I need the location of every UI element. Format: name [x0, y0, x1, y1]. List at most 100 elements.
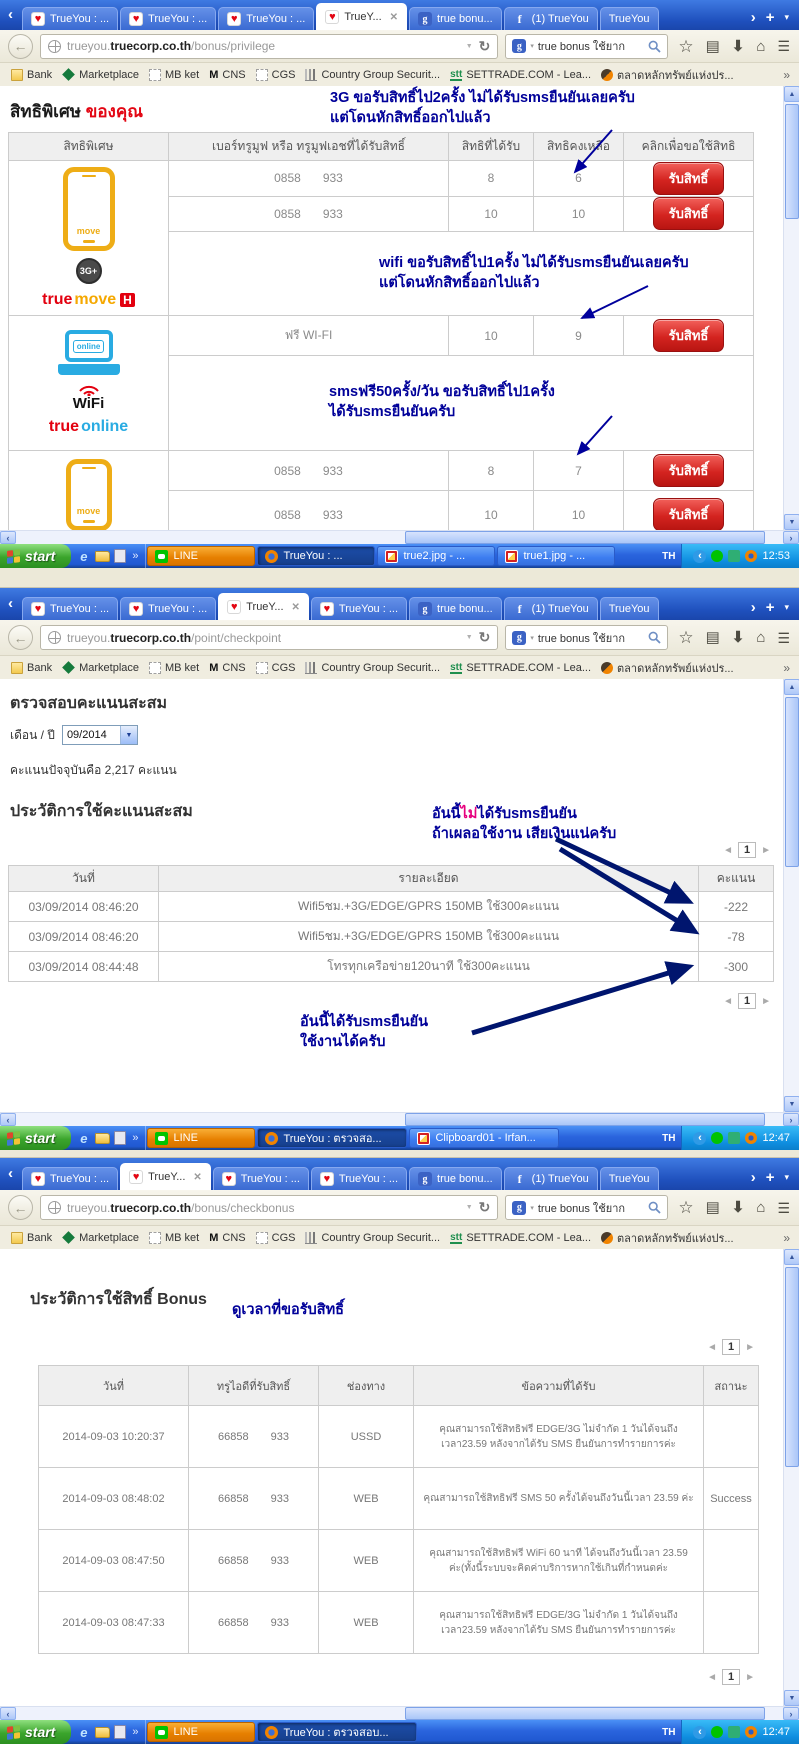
scrollbar-thumb[interactable] — [785, 1267, 799, 1467]
taskbar-button-line[interactable]: LINE — [147, 1128, 256, 1148]
firefox-tray-icon[interactable] — [745, 1132, 758, 1144]
new-tab-icon[interactable]: + — [766, 599, 775, 616]
folder-icon[interactable] — [95, 1132, 111, 1144]
pager-prev-icon[interactable]: ◄ — [723, 996, 733, 1007]
downloads-icon[interactable]: ⬇ — [732, 39, 745, 54]
line-tray-icon[interactable] — [711, 550, 724, 562]
scrollbar-thumb[interactable] — [405, 1707, 765, 1720]
scroll-left-icon[interactable]: ‹ — [0, 1113, 16, 1126]
claim-button[interactable]: รับสิทธิ์ — [652, 161, 725, 195]
taskbar-button-irfanview[interactable]: true1.jpg - ... — [497, 546, 616, 566]
tab-trueyou-2[interactable]: ♥ TrueYou : ... — [212, 1167, 309, 1190]
pager-next-icon[interactable]: ► — [761, 996, 771, 1007]
scroll-down-icon[interactable]: ▼ — [784, 514, 799, 530]
magnifier-icon[interactable] — [648, 1201, 661, 1214]
network-tray-icon[interactable] — [728, 1726, 741, 1738]
bookmark-item[interactable]: Country Group Securit... — [301, 661, 444, 674]
tab-list-icon[interactable]: ▾ — [784, 12, 789, 23]
taskbar-button-firefox[interactable]: TrueYou : ตรวจสอ... — [257, 1128, 408, 1148]
bookmark-item[interactable]: Marketplace — [58, 1231, 143, 1244]
bookmark-item[interactable]: CGS — [252, 68, 300, 81]
tab-trueyou-3[interactable]: ♥ TrueYou : ... — [218, 7, 315, 30]
taskbar-button-firefox[interactable]: TrueYou : ... — [257, 546, 376, 566]
scrollbar-thumb[interactable] — [405, 531, 765, 544]
claim-button[interactable]: รับสิทธิ์ — [652, 319, 725, 352]
url-dropdown-icon[interactable]: ▼ — [466, 634, 473, 641]
home-icon[interactable]: ⌂ — [756, 39, 765, 54]
language-indicator[interactable]: TH — [656, 551, 681, 562]
menu-icon[interactable]: ☰ — [777, 1201, 791, 1215]
ie-icon[interactable]: e — [76, 1131, 91, 1146]
bookmark-item[interactable]: ตลาดหลักทรัพย์แห่งปร... — [597, 1229, 737, 1247]
bookmarks-menu-icon[interactable]: ▤ — [706, 1200, 720, 1215]
page-number[interactable]: 1 — [737, 842, 757, 858]
bookmark-item[interactable]: stt SETTRADE.COM - Lea... — [446, 69, 595, 81]
calculator-icon[interactable] — [114, 1131, 127, 1145]
reload-icon[interactable]: ↻ — [479, 629, 491, 646]
bookmark-item[interactable]: stt SETTRADE.COM - Lea... — [446, 1232, 595, 1244]
search-engine-caret-icon[interactable]: ▾ — [530, 42, 534, 50]
back-button[interactable]: ← — [8, 1195, 33, 1220]
tab-scroll-left-icon[interactable]: ‹ — [2, 595, 21, 614]
tab-trueyou-1[interactable]: ♥ TrueYou : ... — [22, 597, 119, 620]
horizontal-scrollbar[interactable]: ‹ › — [0, 1706, 799, 1720]
tab-trueyou-3[interactable]: ♥ TrueYou : ... — [310, 597, 408, 620]
search-engine-caret-icon[interactable]: ▾ — [530, 634, 534, 642]
downloads-icon[interactable]: ⬇ — [732, 630, 745, 645]
start-button[interactable]: start — [0, 1126, 72, 1150]
bookmarks-overflow-icon[interactable]: » — [783, 1231, 792, 1245]
ie-icon[interactable]: e — [76, 1725, 91, 1740]
bookmark-item[interactable]: Bank — [7, 1231, 56, 1244]
bookmarks-overflow-icon[interactable]: » — [783, 661, 792, 675]
language-indicator[interactable]: TH — [656, 1133, 681, 1144]
tab-list-icon[interactable]: ▾ — [784, 602, 789, 613]
tab-close-icon[interactable]: ✕ — [193, 1172, 201, 1183]
pager-next-icon[interactable]: ► — [745, 1672, 755, 1683]
bookmark-star-icon[interactable]: ☆ — [678, 1199, 693, 1216]
bookmark-item[interactable]: MB ket — [145, 1231, 203, 1244]
calculator-icon[interactable] — [114, 549, 127, 563]
back-button[interactable]: ← — [8, 625, 33, 650]
back-button[interactable]: ← — [8, 33, 33, 59]
scroll-down-icon[interactable]: ▼ — [784, 1096, 799, 1112]
scroll-up-icon[interactable]: ▲ — [784, 86, 799, 102]
url-field[interactable]: trueyou.truecorp.co.th/point/checkpoint … — [40, 625, 499, 650]
pager-next-icon[interactable]: ► — [761, 845, 771, 856]
vertical-scrollbar[interactable]: ▲ ▼ — [783, 1249, 799, 1706]
bookmark-item[interactable]: stt SETTRADE.COM - Lea... — [446, 662, 595, 674]
tab-scroll-left-icon[interactable]: ‹ — [2, 1165, 21, 1184]
taskbar-button-firefox[interactable]: TrueYou : ตรวจสอบ... — [257, 1722, 418, 1742]
tab-scroll-right-icon[interactable]: › — [751, 1169, 756, 1186]
claim-button[interactable]: รับสิทธิ์ — [652, 498, 725, 530]
quick-launch-overflow-icon[interactable]: » — [130, 1726, 140, 1738]
home-icon[interactable]: ⌂ — [756, 1200, 765, 1215]
tab-facebook[interactable]: f (1) TrueYou — [503, 597, 598, 620]
claim-button[interactable]: รับสิทธิ์ — [652, 454, 725, 487]
tab-scroll-right-icon[interactable]: › — [751, 9, 756, 26]
taskbar-button-line[interactable]: LINE — [147, 546, 256, 566]
tray-collapse-icon[interactable]: ‹ — [693, 1725, 707, 1739]
line-tray-icon[interactable] — [711, 1726, 724, 1738]
bookmark-item[interactable]: CGS — [252, 661, 300, 674]
tab-trueyou-1[interactable]: ♥ TrueYou : ... — [22, 7, 119, 30]
tab-facebook[interactable]: f (1) TrueYou — [503, 7, 598, 30]
page-number[interactable]: 1 — [737, 993, 757, 1009]
tab-trueyou-active[interactable]: ♥ TrueY... ✕ — [120, 1163, 211, 1190]
ie-icon[interactable]: e — [76, 549, 91, 564]
scroll-left-icon[interactable]: ‹ — [0, 531, 16, 544]
horizontal-scrollbar[interactable]: ‹ › — [0, 530, 799, 544]
url-field[interactable]: trueyou.truecorp.co.th/bonus/privilege ▼… — [40, 33, 499, 59]
pager-prev-icon[interactable]: ◄ — [707, 1672, 717, 1683]
scroll-up-icon[interactable]: ▲ — [784, 1249, 799, 1265]
search-field[interactable]: g ▾ true bonus ใช้ยาก — [505, 33, 669, 59]
page-number[interactable]: 1 — [721, 1669, 741, 1685]
scrollbar-thumb[interactable] — [785, 697, 799, 867]
bookmarks-overflow-icon[interactable]: » — [783, 68, 792, 82]
bookmarks-menu-icon[interactable]: ▤ — [706, 39, 720, 54]
quick-launch-overflow-icon[interactable]: » — [130, 550, 140, 562]
bookmark-item[interactable]: ตลาดหลักทรัพย์แห่งปร... — [597, 659, 737, 677]
bookmark-item[interactable]: MB ket — [145, 661, 203, 674]
tab-trueyou-active[interactable]: ♥ TrueY... ✕ — [316, 3, 408, 30]
bookmark-item[interactable]: Marketplace — [58, 68, 143, 81]
tab-trueyou-4[interactable]: TrueYou — [599, 7, 659, 30]
